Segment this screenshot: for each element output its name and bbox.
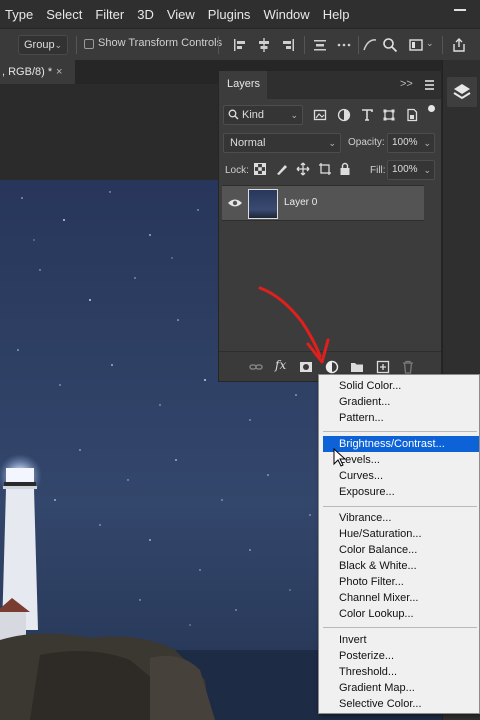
smart-object-filter-icon[interactable] — [405, 108, 419, 122]
annotation-arrow-icon — [258, 286, 330, 364]
shape-filter-icon[interactable] — [382, 108, 396, 122]
menu-divider — [323, 431, 477, 432]
menu-item-channel-mixer[interactable]: Channel Mixer... — [323, 590, 479, 606]
distribute-icon[interactable] — [312, 37, 328, 53]
kind-filter-value: Kind — [242, 109, 265, 121]
chevron-down-icon: ⌄ — [328, 138, 336, 148]
menu-item-invert[interactable]: Invert — [323, 632, 479, 648]
adjustment-layer-menu: Solid Color... Gradient... Pattern... Br… — [318, 374, 480, 714]
divider — [358, 36, 359, 54]
chevron-down-icon: ⌄ — [423, 165, 431, 175]
lock-transparent-icon[interactable] — [253, 162, 267, 176]
new-group-icon[interactable] — [350, 360, 364, 374]
menu-item-gradient-map[interactable]: Gradient Map... — [323, 680, 479, 696]
menu-item-posterize[interactable]: Posterize... — [323, 648, 479, 664]
more-icon[interactable] — [336, 37, 352, 53]
lock-pixels-icon[interactable] — [275, 162, 289, 176]
show-transform-label: Show Transform Controls — [98, 37, 223, 49]
adjustment-filter-icon[interactable] — [337, 108, 351, 122]
lock-all-icon[interactable] — [338, 162, 352, 176]
filter-toggle[interactable] — [428, 105, 435, 112]
menu-item-photo-filter[interactable]: Photo Filter... — [323, 574, 479, 590]
search-icon[interactable] — [382, 37, 398, 53]
menu-filter[interactable]: Filter — [95, 7, 124, 22]
menu-item-color-lookup[interactable]: Color Lookup... — [323, 606, 479, 622]
layer-thumbnail — [248, 189, 278, 219]
new-layer-icon[interactable] — [376, 360, 390, 374]
divider — [218, 36, 219, 54]
menu-item-black-white[interactable]: Black & White... — [323, 558, 479, 574]
menu-item-selective-color[interactable]: Selective Color... — [323, 696, 479, 712]
opacity-value: 100% — [392, 137, 418, 148]
fill-field[interactable]: 100% ⌄ — [387, 160, 435, 180]
menu-window[interactable]: Window — [263, 7, 309, 22]
close-icon[interactable]: × — [56, 60, 62, 84]
auto-select-value: Group — [24, 39, 55, 51]
auto-select-dropdown[interactable]: Group ⌄ — [18, 35, 68, 55]
divider — [76, 36, 77, 54]
menu-item-hue-saturation[interactable]: Hue/Saturation... — [323, 526, 479, 542]
menu-item-threshold[interactable]: Threshold... — [323, 664, 479, 680]
menu-type[interactable]: Type — [5, 7, 33, 22]
collapse-icon[interactable]: >> — [400, 78, 413, 90]
layer-name[interactable]: Layer 0 — [284, 197, 317, 208]
opacity-field[interactable]: 100% ⌄ — [387, 133, 435, 153]
menu-bar: Type Select Filter 3D View Plugins Windo… — [0, 0, 480, 28]
menu-item-solid-color[interactable]: Solid Color... — [323, 378, 479, 394]
share-icon[interactable] — [451, 37, 467, 53]
layers-panel-header: Layers >> — [219, 71, 441, 99]
curves-icon[interactable] — [362, 37, 378, 53]
show-transform-checkbox[interactable] — [84, 39, 94, 49]
chevron-down-icon: ⌄ — [290, 110, 298, 120]
blend-mode-value: Normal — [230, 137, 266, 149]
menu-divider — [323, 506, 477, 507]
kind-filter-dropdown[interactable]: Kind ⌄ — [223, 105, 303, 125]
document-tab[interactable]: , RGB/8) * × — [0, 60, 75, 84]
menu-view[interactable]: View — [167, 7, 195, 22]
options-bar: Group ⌄ Show Transform Controls ⌄ — [0, 28, 480, 60]
menu-item-pattern[interactable]: Pattern... — [323, 410, 479, 426]
chevron-down-icon: ⌄ — [54, 40, 62, 50]
document-tab-label: , RGB/8) * — [2, 66, 53, 78]
search-icon — [228, 109, 239, 120]
panel-menu-icon[interactable] — [425, 80, 434, 92]
menu-item-color-balance[interactable]: Color Balance... — [323, 542, 479, 558]
menu-divider — [323, 627, 477, 628]
align-left-icon[interactable] — [232, 37, 248, 53]
minimize-icon[interactable] — [454, 9, 466, 11]
delete-layer-icon[interactable] — [401, 360, 415, 374]
menu-item-curves[interactable]: Curves... — [323, 468, 479, 484]
align-center-icon[interactable] — [256, 37, 272, 53]
opacity-label: Opacity: — [348, 137, 385, 148]
lock-position-icon[interactable] — [296, 162, 310, 176]
chevron-down-icon: ⌄ — [423, 138, 431, 148]
layers-panel-button[interactable] — [447, 77, 477, 107]
divider — [304, 36, 305, 54]
menu-plugins[interactable]: Plugins — [208, 7, 251, 22]
pixel-filter-icon[interactable] — [313, 108, 327, 122]
lock-label: Lock: — [225, 165, 249, 176]
menu-select[interactable]: Select — [46, 7, 82, 22]
chevron-down-icon[interactable]: ⌄ — [426, 38, 434, 49]
type-filter-icon[interactable] — [360, 108, 374, 122]
menu-item-vibrance[interactable]: Vibrance... — [323, 510, 479, 526]
layers-tab[interactable]: Layers — [219, 71, 267, 99]
menu-item-exposure[interactable]: Exposure... — [323, 484, 479, 500]
fill-label: Fill: — [370, 165, 386, 176]
blend-mode-dropdown[interactable]: Normal ⌄ — [223, 133, 341, 153]
divider — [442, 36, 443, 54]
workspace-icon[interactable] — [408, 37, 424, 53]
align-right-icon[interactable] — [280, 37, 296, 53]
lock-artboard-icon[interactable] — [318, 162, 332, 176]
mouse-cursor-icon — [333, 448, 347, 467]
layer-row[interactable]: Layer 0 — [222, 185, 424, 221]
layers-icon — [453, 84, 471, 100]
fill-value: 100% — [392, 164, 418, 175]
eye-icon[interactable] — [227, 197, 243, 209]
menu-item-gradient[interactable]: Gradient... — [323, 394, 479, 410]
menu-help[interactable]: Help — [323, 7, 350, 22]
menu-3d[interactable]: 3D — [137, 7, 154, 22]
